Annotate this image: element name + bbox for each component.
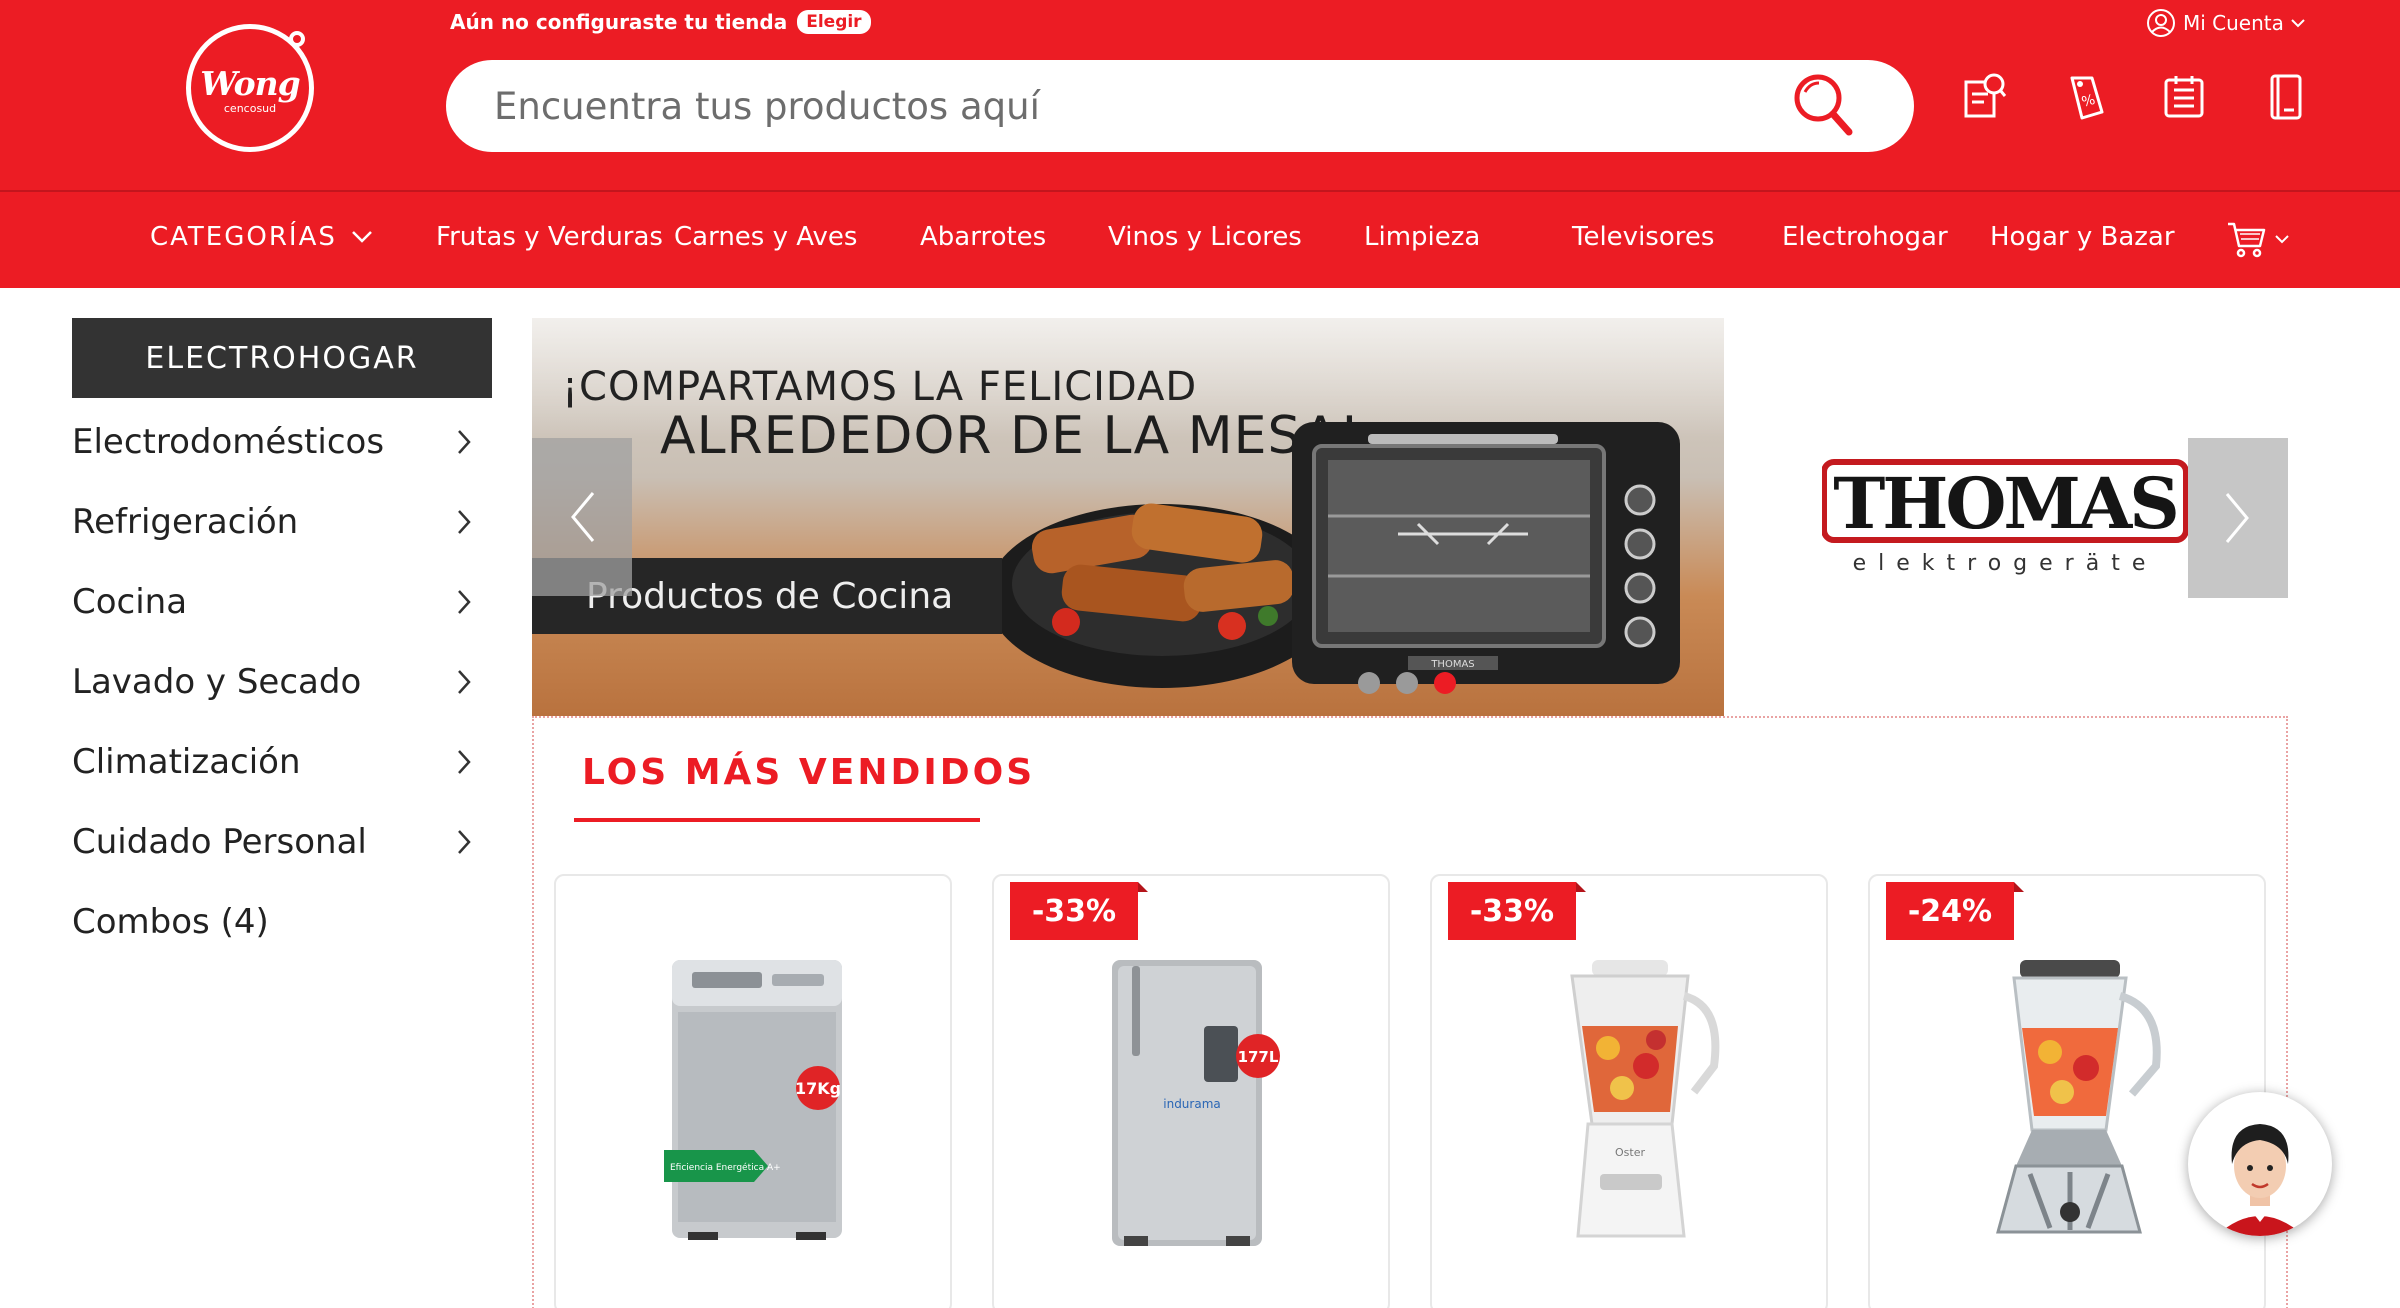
account-menu[interactable]: Mi Cuenta	[2146, 8, 2305, 38]
title-underline	[574, 818, 980, 822]
sidebar-item-label: Combos (4)	[72, 902, 269, 942]
chat-assistant-button[interactable]	[2188, 1092, 2332, 1236]
thomas-brand-logo[interactable]: THOMAS elektrogeräte	[1822, 458, 2188, 578]
efficiency-label: Eficiencia Energética A+	[670, 1162, 781, 1173]
brand-tagline: elektrogeräte	[1853, 551, 2158, 576]
sidebar-item-label: Climatización	[72, 742, 301, 782]
categories-label: CATEGORÍAS	[150, 222, 337, 252]
header: Wong cencosud Aún no configuraste tu tie…	[0, 0, 2400, 191]
sidebar-item-refrigeracion[interactable]: Refrigeración	[72, 494, 472, 550]
user-icon	[2147, 9, 2175, 37]
categories-menu[interactable]: CATEGORÍAS	[150, 222, 373, 252]
nav-item-vinos[interactable]: Vinos y Licores	[1108, 222, 1302, 252]
search-icon[interactable]	[1792, 72, 1854, 138]
sidebar-item-cuidado-personal[interactable]: Cuidado Personal	[72, 814, 472, 870]
logo-dot	[289, 31, 305, 47]
search-input[interactable]	[494, 60, 1794, 152]
logo-subtext: cencosud	[223, 101, 277, 115]
hero-banner[interactable]: ¡COMPARTAMOS LA FELICIDAD ALREDEDOR DE L…	[532, 318, 1724, 716]
sidebar-item-label: Cuidado Personal	[72, 822, 367, 862]
sidebar-title: ELECTROHOGAR	[72, 318, 492, 398]
sidebar-item-lavado[interactable]: Lavado y Secado	[72, 654, 472, 710]
choose-store-button[interactable]: Elegir	[797, 10, 871, 34]
brand-name: THOMAS	[1833, 462, 2177, 545]
carousel-dot[interactable]	[1396, 672, 1418, 694]
nav-item-carnes[interactable]: Carnes y Aves	[674, 222, 857, 252]
nav-item-limpieza[interactable]: Limpieza	[1364, 222, 1480, 252]
chevron-down-icon	[2275, 235, 2289, 244]
nav-item-televisores[interactable]: Televisores	[1572, 222, 1714, 252]
chevron-right-icon	[458, 670, 471, 694]
sidebar-item-electrodomesticos[interactable]: Electrodomésticos	[72, 414, 472, 470]
logo-text: Wong	[200, 63, 300, 103]
cart-button[interactable]	[2226, 220, 2290, 258]
offers-icon[interactable]: %	[2062, 72, 2110, 122]
chevron-down-icon	[2291, 19, 2305, 28]
sidebar-item-label: Cocina	[72, 582, 188, 622]
blender-white-image: Oster	[1570, 960, 1720, 1238]
sidebar-item-label: Lavado y Secado	[72, 662, 362, 702]
section-title: LOS MÁS VENDIDOS	[582, 752, 1036, 793]
carousel-dot[interactable]	[1358, 672, 1380, 694]
list-icon[interactable]	[2160, 72, 2208, 122]
refrigerator-image: 177L indurama	[1112, 960, 1280, 1246]
chevron-right-icon	[458, 830, 471, 854]
account-label: Mi Cuenta	[2183, 11, 2284, 35]
carousel-dots	[1358, 672, 1456, 694]
nav-item-frutas[interactable]: Frutas y Verduras	[436, 222, 663, 252]
washing-machine-image: 17Kg Eficiencia Energética A+	[664, 960, 842, 1240]
nav-item-abarrotes[interactable]: Abarrotes	[920, 222, 1046, 252]
product-brand-label: Oster	[1615, 1146, 1645, 1159]
chevron-right-icon	[2225, 493, 2249, 543]
catalog-icon[interactable]	[2262, 72, 2310, 122]
chevron-right-icon	[458, 430, 471, 454]
capacity-label: 177L	[1238, 1048, 1279, 1066]
search-bar	[446, 60, 1914, 152]
chevron-right-icon	[458, 750, 471, 774]
sidebar-item-label: Refrigeración	[72, 502, 299, 542]
product-card-blender-chrome[interactable]: -24%	[1868, 874, 2266, 1308]
sidebar-item-combos[interactable]: Combos (4)	[72, 894, 472, 950]
product-card-washer[interactable]: 17Kg Eficiencia Energética A+	[554, 874, 952, 1308]
nav-item-hogar-bazar[interactable]: Hogar y Bazar	[1990, 222, 2175, 252]
store-selector: Aún no configuraste tu tienda Elegir	[450, 10, 871, 34]
assistant-avatar-icon	[2196, 1100, 2324, 1236]
store-note-text: Aún no configuraste tu tienda	[450, 10, 788, 34]
orders-icon[interactable]	[1960, 72, 2008, 122]
product-card-refrigerator[interactable]: -33% 177L indurama	[992, 874, 1390, 1308]
sidebar-item-label: Electrodomésticos	[72, 422, 385, 462]
chevron-right-icon	[458, 590, 471, 614]
sidebar-item-climatizacion[interactable]: Climatización	[72, 734, 472, 790]
product-card-blender-white[interactable]: -33% Oster	[1430, 874, 1828, 1308]
chevron-down-icon	[351, 231, 372, 243]
category-nav: CATEGORÍAS Frutas y Verduras Carnes y Av…	[0, 192, 2400, 288]
capacity-label: 17Kg	[795, 1079, 841, 1098]
banner-headline-1: ¡COMPARTAMOS LA FELICIDAD	[562, 364, 1198, 410]
carousel-prev-button[interactable]	[532, 438, 632, 596]
svg-text:%: %	[2080, 92, 2097, 111]
toaster-oven-image: THOMAS	[1292, 422, 1680, 684]
oven-brand-label: THOMAS	[1430, 659, 1474, 670]
chevron-left-icon	[571, 492, 595, 542]
sidebar-item-cocina[interactable]: Cocina	[72, 574, 472, 630]
cart-icon	[2228, 222, 2266, 258]
nav-item-electrohogar[interactable]: Electrohogar	[1782, 222, 1948, 252]
wong-logo[interactable]: Wong cencosud	[186, 24, 314, 152]
brand-next-button[interactable]	[2188, 438, 2288, 598]
carousel-dot-active[interactable]	[1434, 672, 1456, 694]
product-brand-label: indurama	[1163, 1097, 1221, 1111]
chevron-right-icon	[458, 510, 471, 534]
